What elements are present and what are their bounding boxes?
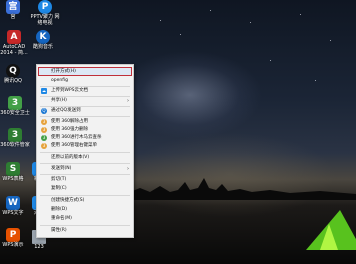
desktop-icon-label: WPS表格: [2, 176, 24, 182]
menu-item-label: 重命名(M): [51, 216, 72, 221]
desktop-icon-pptv[interactable]: P PPTV聚力 网络电视: [30, 0, 60, 26]
menu-item-restore-versions[interactable]: 还原以前的版本(V): [37, 154, 133, 162]
menu-item-openfig[interactable]: openfig: [37, 77, 133, 85]
desktop-icon-360-software[interactable]: 3 360软件管家: [0, 128, 30, 148]
desktop-icon-label: 360安全卫士: [0, 110, 30, 116]
desktop-icon-label: WPS文字: [2, 210, 24, 216]
qq-icon: Q: [6, 64, 20, 78]
star: [315, 80, 316, 81]
desktop-icon-wps-presentation[interactable]: P WPS演示: [0, 228, 26, 248]
menu-item-create-shortcut[interactable]: 创建快捷方式(S): [37, 197, 133, 205]
menu-item-label: 使用 360进行木马云查杀: [51, 135, 102, 140]
menu-item-open-with[interactable]: 打开方式(H): [37, 68, 133, 76]
desktop-icon-kugou[interactable]: K 酷狗音乐: [30, 30, 56, 50]
star: [300, 14, 301, 15]
menu-separator: [40, 174, 130, 175]
desktop-icon-label: 宫: [10, 14, 16, 20]
menu-separator: [40, 163, 130, 164]
desktop-icon-label: WPS演示: [2, 242, 24, 248]
360-icon: 3: [41, 135, 47, 141]
menu-item-delete[interactable]: 删除(D): [37, 206, 133, 214]
submenu-arrow-icon: ›: [127, 98, 129, 104]
menu-separator: [40, 225, 130, 226]
menu-item-share[interactable]: 共享(H) ›: [37, 97, 133, 105]
star: [180, 34, 181, 35]
menu-item-label: 打开方式(H): [51, 69, 76, 74]
menu-item-360-manage-menu[interactable]: 3 使用 360管理右键菜单: [37, 142, 133, 150]
desktop-icon-wps-sheet[interactable]: S WPS表格: [0, 162, 26, 182]
menu-separator: [40, 116, 130, 117]
qq-icon: Q: [41, 108, 47, 114]
menu-item-label: 还原以前的版本(V): [51, 155, 90, 160]
menu-item-label: 发送到(N): [51, 166, 72, 171]
360-icon: 3: [41, 143, 47, 149]
pptv-icon: P: [38, 0, 52, 14]
menu-item-label: 通过QQ发送到: [51, 108, 81, 113]
menu-item-360-trojan-scan[interactable]: 3 使用 360进行木马云查杀: [37, 134, 133, 142]
menu-item-label: 上传到WPS云文档: [51, 88, 89, 93]
menu-item-label: 复制(C): [51, 186, 67, 191]
360-software-icon: 3: [8, 128, 22, 142]
menu-separator: [40, 152, 130, 153]
wps-cloud-icon: ☁: [41, 88, 47, 94]
app-icon: 宫: [6, 0, 20, 14]
desktop-icon-label: 酷狗音乐: [32, 44, 53, 50]
menu-item-360-unlock[interactable]: 3 使用 360解除占用: [37, 118, 133, 126]
star: [330, 40, 331, 41]
desktop-icon-360-safe[interactable]: 3 360安全卫士: [0, 96, 30, 116]
360-icon: 3: [41, 119, 47, 125]
desktop-icon-label: 123: [34, 244, 44, 250]
submenu-arrow-icon: ›: [127, 166, 129, 172]
desktop-icon-label: PPTV聚力 网络电视: [30, 14, 60, 26]
menu-item-label: 属性(R): [51, 228, 67, 233]
menu-item-label: 创建快捷方式(S): [51, 198, 85, 203]
menu-item-copy[interactable]: 复制(C): [37, 185, 133, 193]
wps-presentation-icon: P: [6, 228, 20, 242]
star: [250, 22, 251, 23]
star: [160, 20, 161, 21]
menu-item-label: 使用 360解除占用: [51, 119, 89, 124]
menu-item-360-force-delete[interactable]: 3 使用 360强力删除: [37, 126, 133, 134]
desktop-icon-label: 360软件管家: [0, 142, 30, 148]
wps-sheet-icon: S: [6, 162, 20, 176]
menu-item-label: openfig: [51, 78, 68, 83]
menu-item-label: 剪切(T): [51, 177, 67, 182]
360-icon: 3: [41, 127, 47, 133]
desktop-icon-label: AutoCAD 2014 - 简...: [0, 44, 28, 56]
desktop-icon-label: 腾讯QQ: [4, 78, 22, 84]
menu-item-label: 使用 360强力删除: [51, 127, 89, 132]
menu-item-label: 删除(D): [51, 207, 67, 212]
desktop-icon-qq[interactable]: Q 腾讯QQ: [0, 64, 26, 84]
autocad-icon: A: [7, 30, 21, 44]
tent-light: [320, 224, 338, 250]
menu-item-properties[interactable]: 属性(R): [37, 227, 133, 235]
kugou-icon: K: [36, 30, 50, 44]
desktop-icon-wps-writer[interactable]: W WPS文字: [0, 196, 26, 216]
menu-separator: [40, 195, 130, 196]
360-safe-icon: 3: [8, 96, 22, 110]
menu-item-label: 使用 360管理右键菜单: [51, 143, 98, 148]
menu-item-cut[interactable]: 剪切(T): [37, 176, 133, 184]
menu-item-send-via-qq[interactable]: Q 通过QQ发送到: [37, 107, 133, 115]
wps-writer-icon: W: [6, 196, 20, 210]
menu-item-send-to[interactable]: 发送到(N) ›: [37, 165, 133, 173]
context-menu: 打开方式(H) openfig ☁ 上传到WPS云文档 共享(H) › Q 通过…: [36, 64, 134, 238]
desktop-icon-autocad[interactable]: A AutoCAD 2014 - 简...: [0, 30, 28, 56]
star: [270, 60, 271, 61]
menu-item-upload-wps-cloud[interactable]: ☁ 上传到WPS云文档: [37, 87, 133, 95]
desktop-icon[interactable]: 宫 宫: [0, 0, 26, 20]
star: [210, 10, 211, 11]
menu-item-rename[interactable]: 重命名(M): [37, 215, 133, 223]
menu-item-label: 共享(H): [51, 98, 67, 103]
